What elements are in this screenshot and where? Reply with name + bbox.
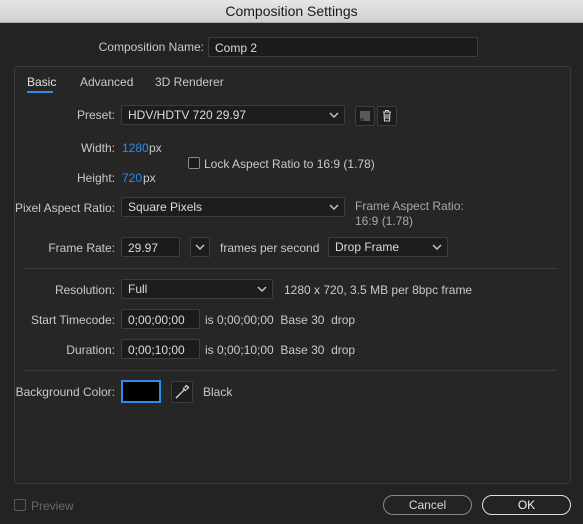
resolution-info: 1280 x 720, 3.5 MB per 8bpc frame [284, 283, 473, 297]
chevron-down-icon [432, 244, 442, 250]
pixel-aspect-dropdown[interactable]: Square Pixels [121, 197, 345, 217]
preview-label: Preview [31, 499, 74, 513]
drop-frame-dropdown[interactable]: Drop Frame [328, 237, 448, 257]
lock-aspect-checkbox[interactable] [188, 157, 200, 169]
resolution-label: Resolution: [54, 283, 115, 297]
divider [24, 268, 557, 269]
width-value[interactable]: 1280 [122, 141, 149, 155]
divider [24, 370, 557, 371]
frame-rate-unit: frames per second [220, 241, 320, 255]
pixel-aspect-value: Square Pixels [128, 200, 203, 214]
preview-checkbox[interactable] [14, 499, 26, 511]
tab-basic[interactable]: Basic [27, 75, 56, 89]
duration-input[interactable]: 0;00;10;00 [121, 339, 200, 359]
tab-3d-renderer[interactable]: 3D Renderer [155, 75, 224, 89]
eyedropper-icon [175, 384, 190, 399]
frame-rate-label: Frame Rate: [48, 241, 115, 255]
pixel-aspect-label: Pixel Aspect Ratio: [14, 201, 115, 215]
cancel-button[interactable]: Cancel [383, 495, 472, 515]
chevron-down-icon [257, 286, 267, 292]
lock-aspect-label: Lock Aspect Ratio to 16:9 (1.78) [204, 157, 375, 171]
background-color-swatch[interactable] [121, 380, 161, 403]
comp-name-label: Composition Name: [98, 40, 204, 54]
height-unit: px [143, 171, 156, 185]
frame-aspect-label: Frame Aspect Ratio: [355, 199, 464, 213]
preset-value: HDV/HDTV 720 29.97 [128, 108, 247, 122]
background-color-name: Black [203, 385, 233, 399]
drop-frame-value: Drop Frame [335, 240, 400, 254]
settings-panel [14, 66, 571, 484]
resolution-dropdown[interactable]: Full [121, 279, 273, 299]
delete-preset-button[interactable] [377, 106, 397, 126]
width-unit: px [149, 141, 162, 155]
resolution-value: Full [128, 282, 148, 296]
ok-button[interactable]: OK [482, 495, 571, 515]
eyedropper-button[interactable] [171, 381, 193, 403]
tab-advanced[interactable]: Advanced [80, 75, 133, 89]
comp-name-input[interactable]: Comp 2 [208, 37, 478, 57]
chevron-down-icon [329, 112, 339, 118]
start-timecode-label: Start Timecode: [30, 313, 115, 327]
trash-icon [383, 109, 391, 122]
chevron-down-icon [329, 204, 339, 210]
start-timecode-info: is 0;00;00;00 Base 30 drop [205, 313, 356, 327]
save-preset-button[interactable] [355, 106, 375, 126]
height-value[interactable]: 720 [122, 171, 142, 185]
start-timecode-input[interactable]: 0;00;00;00 [121, 309, 200, 329]
duration-label: Duration: [66, 343, 115, 357]
background-color-label: Background Color: [15, 385, 115, 399]
preset-label: Preset: [76, 108, 115, 122]
frame-rate-dropdown[interactable] [190, 237, 210, 257]
chevron-down-icon [195, 244, 205, 250]
duration-info: is 0;00;10;00 Base 30 drop [205, 343, 356, 357]
width-label: Width: [80, 141, 115, 155]
height-label: Height: [76, 171, 115, 185]
window-title: Composition Settings [0, 0, 583, 23]
tab-active-indicator [27, 91, 53, 93]
save-preset-icon [360, 111, 370, 121]
frame-rate-input[interactable]: 29.97 [121, 237, 180, 257]
frame-aspect-value: 16:9 (1.78) [355, 214, 414, 228]
preset-dropdown[interactable]: HDV/HDTV 720 29.97 [121, 105, 345, 125]
